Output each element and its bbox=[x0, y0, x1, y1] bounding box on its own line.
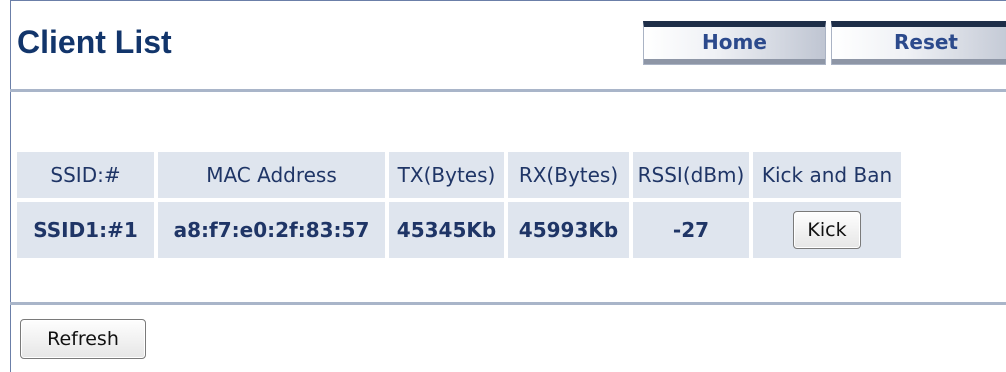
cell-rx-bytes: 45993Kb bbox=[508, 202, 629, 258]
column-header-tx-bytes: TX(Bytes) bbox=[389, 152, 504, 198]
client-table: SSID:# MAC Address TX(Bytes) RX(Bytes) R… bbox=[13, 148, 905, 262]
table-header-row: SSID:# MAC Address TX(Bytes) RX(Bytes) R… bbox=[17, 152, 901, 198]
table-row: SSID1:#1 a8:f7:e0:2f:83:57 45345Kb 45993… bbox=[17, 202, 901, 258]
page-title: Client List bbox=[17, 24, 172, 60]
kick-button[interactable]: Kick bbox=[793, 211, 861, 249]
reset-button[interactable]: Reset bbox=[831, 21, 1006, 65]
column-header-kick-and-ban: Kick and Ban bbox=[753, 152, 901, 198]
frame-left-border bbox=[10, 0, 11, 372]
cell-tx-bytes: 45345Kb bbox=[389, 202, 504, 258]
refresh-button[interactable]: Refresh bbox=[20, 319, 146, 359]
cell-rssi: -27 bbox=[633, 202, 749, 258]
frame-top-border bbox=[10, 0, 1006, 1]
cell-mac-address: a8:f7:e0:2f:83:57 bbox=[158, 202, 385, 258]
cell-ssid: SSID1:#1 bbox=[17, 202, 154, 258]
header-divider bbox=[10, 89, 1006, 92]
footer-divider bbox=[10, 302, 1006, 305]
column-header-mac-address: MAC Address bbox=[158, 152, 385, 198]
column-header-ssid: SSID:# bbox=[17, 152, 154, 198]
cell-kick-and-ban: Kick bbox=[753, 202, 901, 258]
home-button[interactable]: Home bbox=[643, 21, 826, 65]
column-header-rx-bytes: RX(Bytes) bbox=[508, 152, 629, 198]
column-header-rssi: RSSI(dBm) bbox=[633, 152, 749, 198]
